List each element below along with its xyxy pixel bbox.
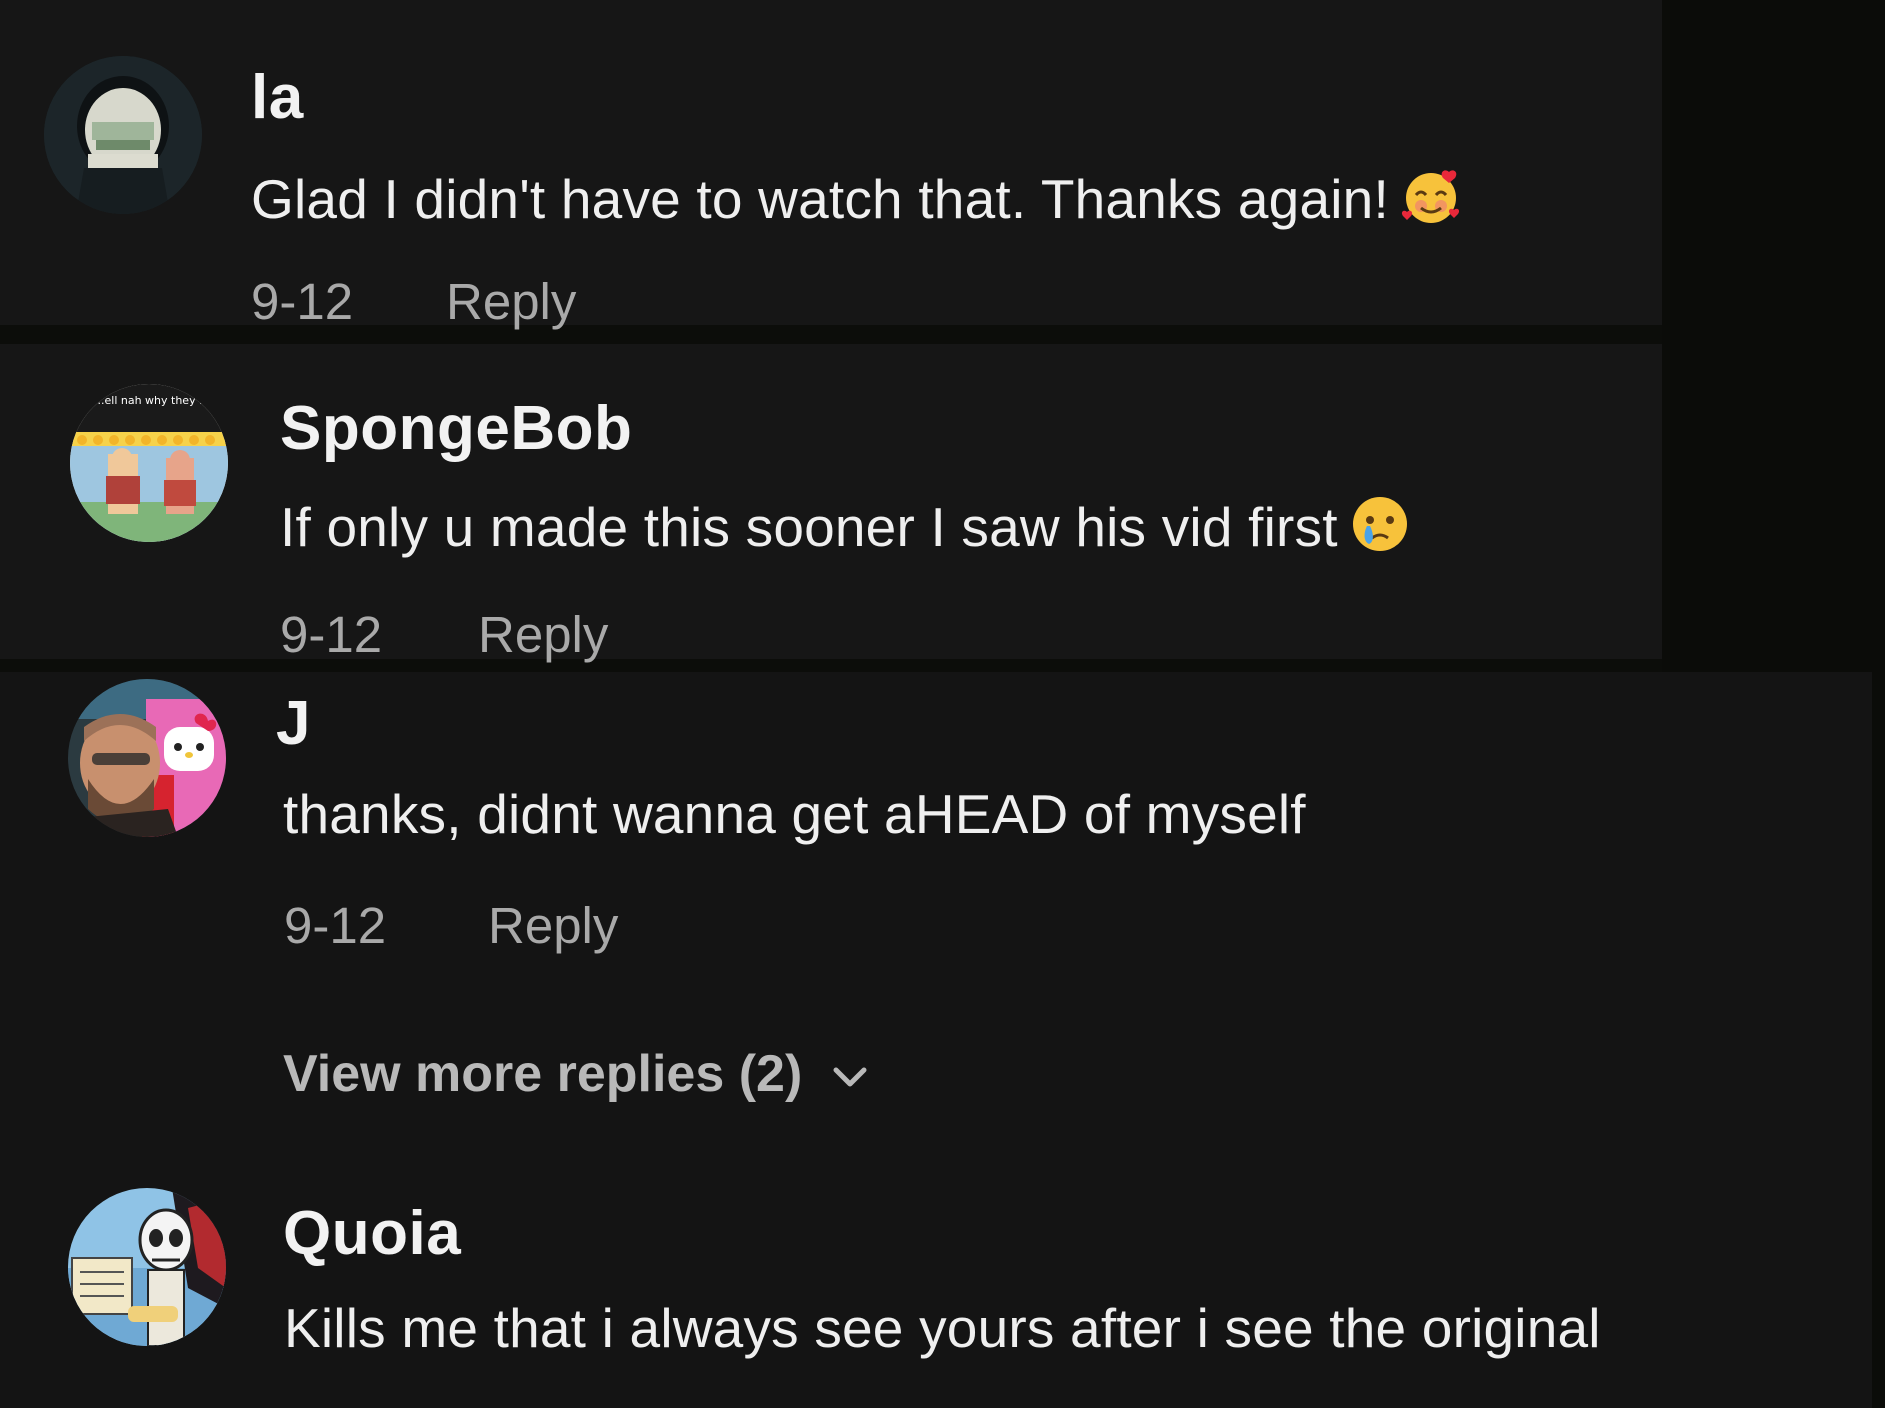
chevron-down-icon [833,1067,867,1087]
reply-button[interactable]: Reply [488,896,618,955]
right-edge-strip [1872,672,1885,1408]
view-more-replies-button[interactable]: View more replies (2) [283,1044,870,1104]
divider [0,325,1662,344]
view-more-replies-label: View more replies (2) [283,1045,803,1103]
comment-text-content: If only u made this sooner I saw his vid… [280,496,1338,558]
comment-text: Glad I didn't have to watch that. Thanks… [251,166,1461,231]
comment-date: 9-12 [251,273,354,330]
comment-username[interactable]: J [276,688,311,759]
comment-item: ...ell nah why they ...fts in spongebob … [0,344,1662,663]
comment-username[interactable]: Quoia [283,1198,461,1269]
comment-item: la Glad I didn't have to watch that. Tha… [0,0,1662,330]
avatar-caption: ...ell nah why they ...fts in spongebob [94,394,228,407]
smiling-face-with-hearts-icon [1401,170,1459,223]
right-edge-strip [1662,0,1885,672]
face-holding-back-tears-icon [1352,497,1407,551]
comment-text: thanks, didnt wanna get aHEAD of myself [283,783,1306,845]
comment-username[interactable]: SpongeBob [280,393,632,464]
comment-item: Quoia Kills me that i always see yours a… [0,1172,1872,1408]
avatar[interactable] [44,56,202,214]
avatar[interactable] [68,1188,226,1346]
comments-page: la Glad I didn't have to watch that. Tha… [0,0,1885,1408]
comment-date: 9-12 [280,606,383,663]
comment-text: Kills me that i always see yours after i… [284,1297,1601,1359]
reply-button[interactable]: Reply [446,272,576,331]
avatar[interactable] [68,679,226,837]
reply-button[interactable]: Reply [478,605,608,664]
comment-date: 9-12 [284,897,387,954]
comment-text-content: Glad I didn't have to watch that. Thanks… [251,168,1389,230]
avatar[interactable]: ...ell nah why they ...fts in spongebob [70,384,228,542]
comment-username[interactable]: la [251,62,304,133]
comment-text: If only u made this sooner I saw his vid… [280,494,1410,559]
comment-item: J thanks, didnt wanna get aHEAD of mysel… [0,672,1872,1172]
